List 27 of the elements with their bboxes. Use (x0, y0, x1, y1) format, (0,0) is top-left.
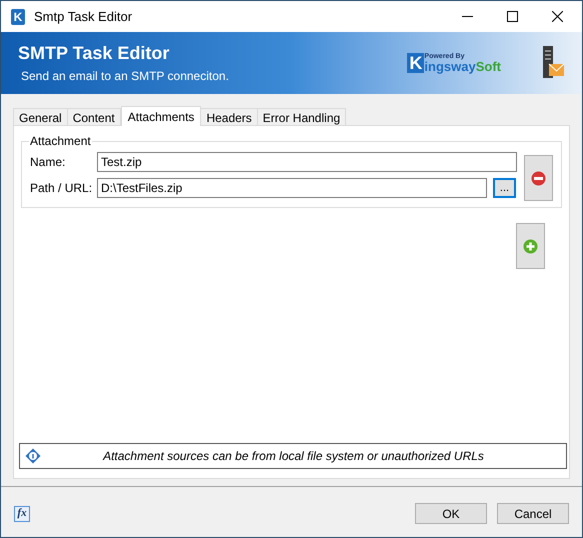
path-field[interactable]: D:\TestFiles.zip (97, 178, 487, 198)
add-button[interactable] (516, 223, 545, 269)
info-text: Attachment sources can be from local file system or unauthorized URLs (102, 448, 485, 465)
group-legend: Attachment (29, 132, 92, 150)
field-label: Name: (30, 154, 66, 171)
info-icon (25, 448, 41, 464)
add-icon (523, 238, 538, 254)
app-icon: K (11, 8, 25, 24)
browse-button[interactable]: ... (493, 178, 516, 198)
ok-button[interactable]: OK (415, 503, 487, 524)
tab[interactable]: Error Handling (256, 108, 346, 125)
cancel-button[interactable]: Cancel (497, 503, 569, 524)
expression-icon[interactable]: fx (14, 506, 30, 522)
tab[interactable]: Content (66, 108, 121, 125)
remove-icon (531, 170, 546, 186)
window-title: Smtp Task Editor (34, 8, 132, 26)
tab[interactable]: Attachments (120, 106, 202, 126)
server-mail-icon (541, 46, 565, 80)
tab[interactable]: Headers (200, 108, 258, 125)
remove-button[interactable] (524, 155, 553, 201)
banner-subtitle: Send an email to an SMTP conneciton. (21, 68, 229, 84)
field-label: Path / URL: (30, 180, 94, 197)
name-field[interactable]: Test.zip (97, 152, 517, 172)
tab[interactable]: General (13, 108, 68, 125)
maximize-icon[interactable] (507, 11, 518, 22)
close-icon[interactable] (552, 11, 563, 22)
banner-title: SMTP Task Editor (18, 42, 170, 64)
